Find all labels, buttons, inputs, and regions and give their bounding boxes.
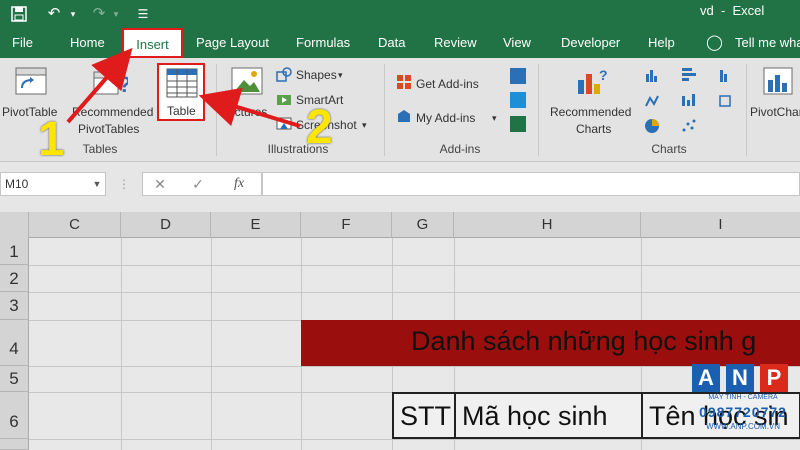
watermark-letter-a: A: [692, 364, 720, 392]
watermark-phone: 0987720772: [699, 404, 787, 420]
annotation-arrows: [66, 47, 301, 128]
watermark-letter-p: P: [760, 364, 788, 392]
excel-window: ↶ ▾ ↷ ▾ ☰ vd - Excel File Home Page Layo…: [0, 0, 800, 450]
watermark-letter-n: N: [726, 364, 754, 392]
watermark-tagline: MÁY TÍNH - CAMERA: [708, 394, 778, 401]
annotation-step-2: 2: [306, 101, 333, 154]
arrow-to-insert-tab: [66, 47, 133, 124]
annotation-step-1: 1: [38, 113, 65, 166]
anp-watermark: A N P MÁY TÍNH - CAMERA 0987720772 WWW.A…: [688, 364, 798, 440]
arrow-to-table-button: [198, 87, 301, 128]
watermark-site: WWW.ANP.COM.VN: [705, 422, 781, 431]
